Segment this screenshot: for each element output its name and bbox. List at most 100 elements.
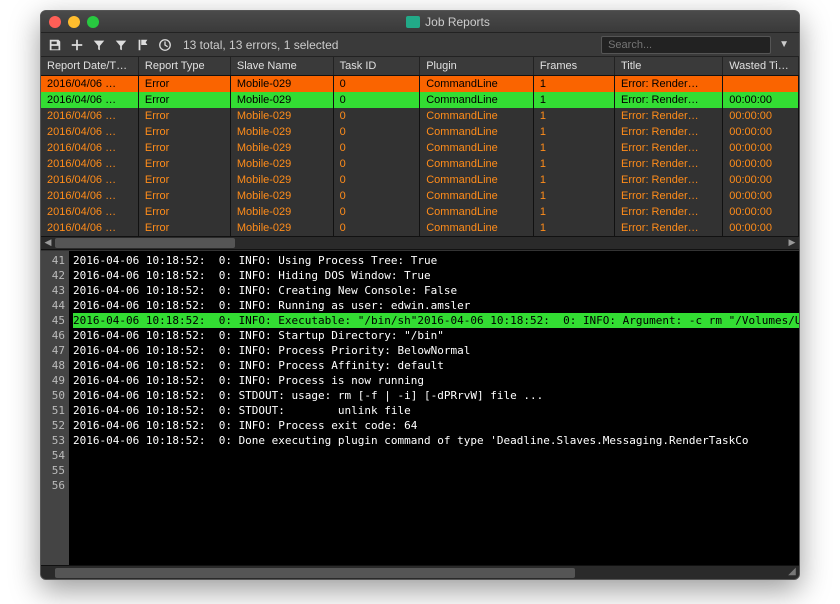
cell-slave: Mobile-029 — [230, 76, 333, 92]
log-line: 2016-04-06 10:18:52: 0: Done executing p… — [73, 433, 795, 448]
line-number: 48 — [43, 358, 65, 373]
col-report-type[interactable]: Report Type — [138, 57, 230, 76]
cell-slave: Mobile-029 — [230, 124, 333, 140]
cell-slave: Mobile-029 — [230, 92, 333, 108]
col-frames[interactable]: Frames — [533, 57, 614, 76]
table-row[interactable]: 2016/04/06 …ErrorMobile-0290CommandLine1… — [41, 204, 799, 220]
save-icon[interactable] — [45, 35, 65, 55]
cell-title: Error: Render… — [615, 156, 723, 172]
cell-wasted: 00:00:00 — [723, 124, 799, 140]
add-icon[interactable] — [67, 35, 87, 55]
flag-icon[interactable] — [133, 35, 153, 55]
log-line: 2016-04-06 10:18:52: 0: INFO: Using Proc… — [73, 253, 795, 268]
col-task-id[interactable]: Task ID — [333, 57, 420, 76]
col-slave-name[interactable]: Slave Name — [230, 57, 333, 76]
table-row[interactable]: 2016/04/06 …ErrorMobile-0290CommandLine1… — [41, 76, 799, 92]
log-hscrollbar[interactable]: ◢ — [41, 565, 799, 579]
minimize-icon[interactable] — [68, 16, 80, 28]
close-icon[interactable] — [49, 16, 61, 28]
cell-date: 2016/04/06 … — [41, 124, 138, 140]
cell-frames: 1 — [533, 188, 614, 204]
cell-task: 0 — [333, 108, 420, 124]
table-row[interactable]: 2016/04/06 …ErrorMobile-0290CommandLine1… — [41, 108, 799, 124]
cell-title: Error: Render… — [615, 172, 723, 188]
log-line: 2016-04-06 10:18:52: 0: INFO: Process ex… — [73, 418, 795, 433]
app-icon — [406, 16, 420, 28]
resize-grip-icon[interactable]: ◢ — [785, 566, 799, 580]
filter2-icon[interactable] — [111, 35, 131, 55]
cell-title: Error: Render… — [615, 140, 723, 156]
cell-type: Error — [138, 124, 230, 140]
scroll-track[interactable] — [55, 237, 785, 249]
cell-type: Error — [138, 172, 230, 188]
cell-frames: 1 — [533, 156, 614, 172]
line-number: 45 — [43, 313, 65, 328]
table-row[interactable]: 2016/04/06 …ErrorMobile-0290CommandLine1… — [41, 156, 799, 172]
log-panel: 41424344454647484950515253545556 2016-04… — [41, 250, 799, 566]
cell-date: 2016/04/06 … — [41, 204, 138, 220]
cell-task: 0 — [333, 76, 420, 92]
cell-frames: 1 — [533, 76, 614, 92]
cell-title: Error: Render… — [615, 188, 723, 204]
cell-type: Error — [138, 108, 230, 124]
cell-wasted: 00:00:00 — [723, 156, 799, 172]
maximize-icon[interactable] — [87, 16, 99, 28]
log-scroll-thumb[interactable] — [55, 568, 575, 578]
log-line: 2016-04-06 10:18:52: 0: INFO: Startup Di… — [73, 328, 795, 343]
cell-frames: 1 — [533, 140, 614, 156]
col-report-date[interactable]: Report Date/T… — [41, 57, 138, 76]
scroll-left-icon[interactable]: ◀ — [41, 237, 55, 248]
cell-type: Error — [138, 188, 230, 204]
table-body: 2016/04/06 …ErrorMobile-0290CommandLine1… — [41, 76, 799, 236]
col-plugin[interactable]: Plugin — [420, 57, 534, 76]
table-hscrollbar[interactable]: ◀ ▶ — [41, 236, 799, 250]
log-line: 2016-04-06 10:18:52: 0: INFO: Hiding DOS… — [73, 268, 795, 283]
cell-task: 0 — [333, 92, 420, 108]
cell-plugin: CommandLine — [420, 172, 534, 188]
log-line: 2016-04-06 10:18:52: 0: INFO: Executable… — [73, 313, 417, 328]
table-header-row: Report Date/T… Report Type Slave Name Ta… — [41, 57, 799, 76]
status-text: 13 total, 13 errors, 1 selected — [183, 38, 599, 52]
log-line: 2016-04-06 10:18:52: 0: STDOUT: usage: r… — [73, 388, 795, 403]
cell-date: 2016/04/06 … — [41, 108, 138, 124]
search-input[interactable] — [601, 36, 771, 54]
clock-icon[interactable] — [155, 35, 175, 55]
log-line — [73, 448, 795, 463]
log-line: 2016-04-06 10:18:52: 0: STDOUT: unlink f… — [73, 403, 795, 418]
cell-slave: Mobile-029 — [230, 204, 333, 220]
cell-wasted: 00:00:00 — [723, 188, 799, 204]
table-row[interactable]: 2016/04/06 …ErrorMobile-0290CommandLine1… — [41, 188, 799, 204]
log-content[interactable]: 2016-04-06 10:18:52: 0: INFO: Using Proc… — [69, 251, 799, 566]
line-number: 52 — [43, 418, 65, 433]
cell-plugin: CommandLine — [420, 188, 534, 204]
scroll-right-icon[interactable]: ▶ — [785, 237, 799, 248]
line-number: 42 — [43, 268, 65, 283]
cell-frames: 1 — [533, 220, 614, 236]
log-line — [73, 463, 795, 478]
line-number: 53 — [43, 433, 65, 448]
table-row[interactable]: 2016/04/06 …ErrorMobile-0290CommandLine1… — [41, 124, 799, 140]
line-number: 43 — [43, 283, 65, 298]
cell-wasted: 00:00:00 — [723, 220, 799, 236]
table-row[interactable]: 2016/04/06 …ErrorMobile-0290CommandLine1… — [41, 140, 799, 156]
col-wasted-time[interactable]: Wasted Ti… — [723, 57, 799, 76]
table-row[interactable]: 2016/04/06 …ErrorMobile-0290CommandLine1… — [41, 220, 799, 236]
cell-plugin: CommandLine — [420, 156, 534, 172]
line-number: 56 — [43, 478, 65, 493]
cell-type: Error — [138, 204, 230, 220]
cell-slave: Mobile-029 — [230, 140, 333, 156]
cell-date: 2016/04/06 … — [41, 172, 138, 188]
log-scroll-track[interactable] — [55, 567, 771, 579]
cell-task: 0 — [333, 220, 420, 236]
cell-title: Error: Render… — [615, 220, 723, 236]
table-row[interactable]: 2016/04/06 …ErrorMobile-0290CommandLine1… — [41, 172, 799, 188]
window-title: Job Reports — [105, 15, 791, 29]
col-title[interactable]: Title — [615, 57, 723, 76]
dropdown-icon[interactable]: ▼ — [773, 39, 795, 50]
filter-icon[interactable] — [89, 35, 109, 55]
cell-plugin: CommandLine — [420, 92, 534, 108]
cell-task: 0 — [333, 140, 420, 156]
cell-title: Error: Render… — [615, 204, 723, 220]
scroll-thumb[interactable] — [55, 238, 235, 248]
table-row[interactable]: 2016/04/06 …ErrorMobile-0290CommandLine1… — [41, 92, 799, 108]
